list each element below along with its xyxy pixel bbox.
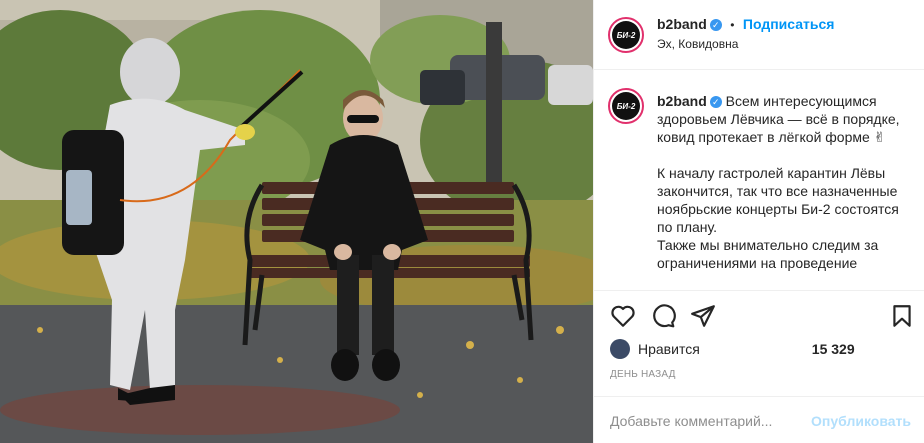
post-image [0, 0, 593, 443]
author-avatar[interactable]: БИ-2 [608, 17, 644, 53]
likes-label: Нравится [638, 341, 700, 357]
verified-icon: ✓ [709, 18, 722, 31]
heart-icon[interactable] [610, 303, 636, 329]
caption-text-2: К началу гастролей карантин Лёвы закончи… [657, 165, 899, 235]
caption-text-3: Также мы внимательно следим за ограничен… [657, 237, 879, 271]
likes-row[interactable]: Нравится 15 329 [610, 338, 855, 360]
avatar-logo: БИ-2 [612, 21, 640, 49]
post-photo[interactable] [0, 0, 593, 443]
bookmark-icon[interactable] [889, 303, 915, 329]
caption-username[interactable]: b2band [657, 93, 707, 109]
post-location[interactable]: Эх, Ковидовна [657, 37, 738, 51]
post-panel: БИ-2 b2band ✓ • Подписаться Эх, Ковидовна… [593, 0, 924, 443]
post-header: БИ-2 b2band ✓ • Подписаться Эх, Ковидовна [594, 0, 924, 70]
comment-box: Добавьте комментарий... Опубликовать [594, 396, 924, 443]
comment-icon[interactable] [650, 303, 676, 329]
follow-button[interactable]: Подписаться [743, 16, 835, 32]
likes-count: 15 329 [811, 341, 855, 357]
caption-avatar[interactable]: БИ-2 [608, 88, 644, 124]
comment-input[interactable]: Добавьте комментарий... [610, 413, 772, 429]
author-username[interactable]: b2band [657, 16, 707, 32]
post-comment-button[interactable]: Опубликовать [811, 413, 911, 429]
share-icon[interactable] [690, 303, 716, 329]
verified-icon: ✓ [709, 96, 722, 109]
action-bar [594, 290, 924, 340]
liker-avatar [610, 339, 630, 359]
post-timestamp[interactable]: ДЕНЬ НАЗАД [610, 369, 676, 380]
header-separator: • [730, 18, 735, 32]
post-caption: b2band ✓ Всем интересующимся здоровьем Лё… [657, 92, 912, 288]
avatar-logo: БИ-2 [612, 92, 640, 120]
